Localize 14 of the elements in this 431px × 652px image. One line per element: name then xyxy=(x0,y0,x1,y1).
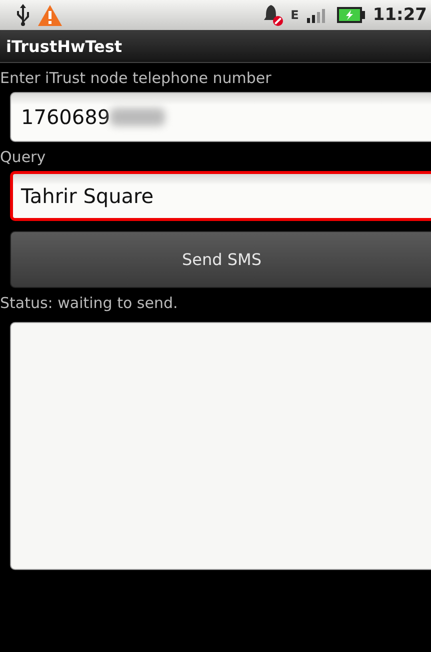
phone-input-field[interactable]: 1760689 xyxy=(10,92,431,142)
status-text: Status: waiting to send. xyxy=(0,294,179,312)
send-sms-button[interactable]: Send SMS xyxy=(10,231,431,288)
field-label: Enter iTrust node telephone number xyxy=(0,69,272,87)
battery-charging-icon xyxy=(336,7,365,23)
app-title: iTrustHwTest xyxy=(6,36,122,56)
field-label: Query xyxy=(0,148,47,166)
network-type-text: E xyxy=(290,8,299,22)
clock-text: 11:27 xyxy=(372,5,427,25)
usb-icon xyxy=(16,4,30,26)
muted-bell-icon xyxy=(262,4,283,26)
warning-icon xyxy=(38,4,62,26)
log-text-area[interactable] xyxy=(10,322,431,570)
query-input-field[interactable]: Tahrir Square xyxy=(10,171,431,221)
